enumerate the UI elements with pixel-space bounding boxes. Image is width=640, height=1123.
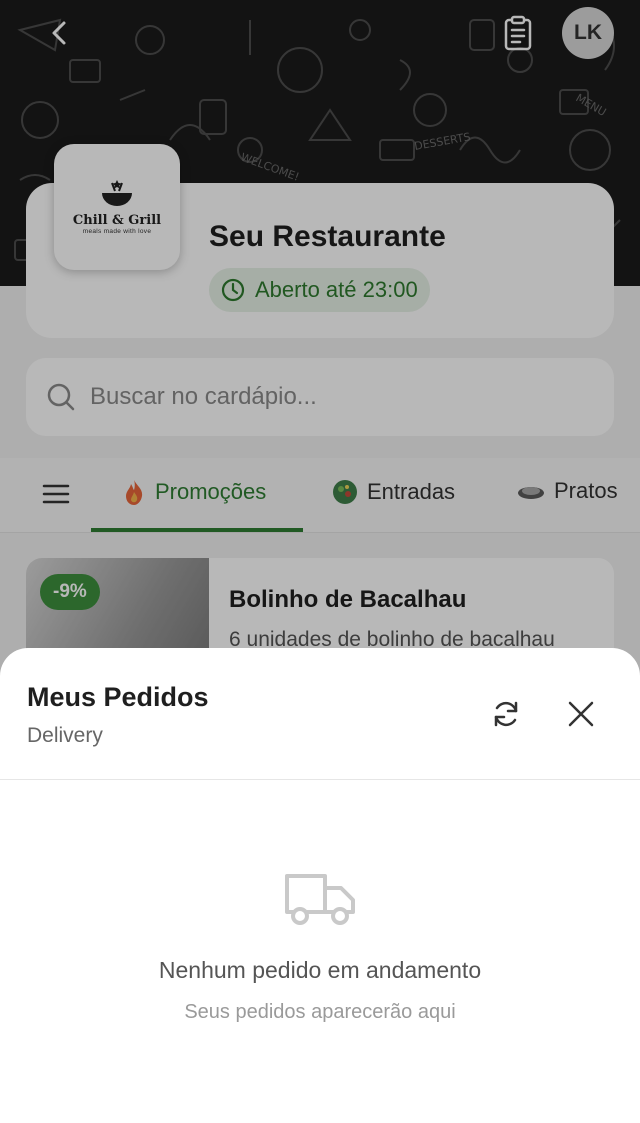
close-button[interactable] xyxy=(559,692,603,736)
sheet-subtitle: Delivery xyxy=(27,724,103,747)
close-icon xyxy=(568,701,594,727)
sheet-divider xyxy=(0,779,640,780)
orders-bottom-sheet: Meus Pedidos Delivery Nenhum pedido em a… xyxy=(0,648,640,1123)
refresh-icon xyxy=(494,701,518,727)
delivery-truck-icon xyxy=(285,874,355,925)
empty-state-subtitle: Seus pedidos aparecerão aqui xyxy=(184,1001,456,1023)
sheet-title: Meus Pedidos xyxy=(27,682,209,712)
refresh-button[interactable] xyxy=(484,692,528,736)
empty-state-title: Nenhum pedido em andamento xyxy=(158,957,482,983)
